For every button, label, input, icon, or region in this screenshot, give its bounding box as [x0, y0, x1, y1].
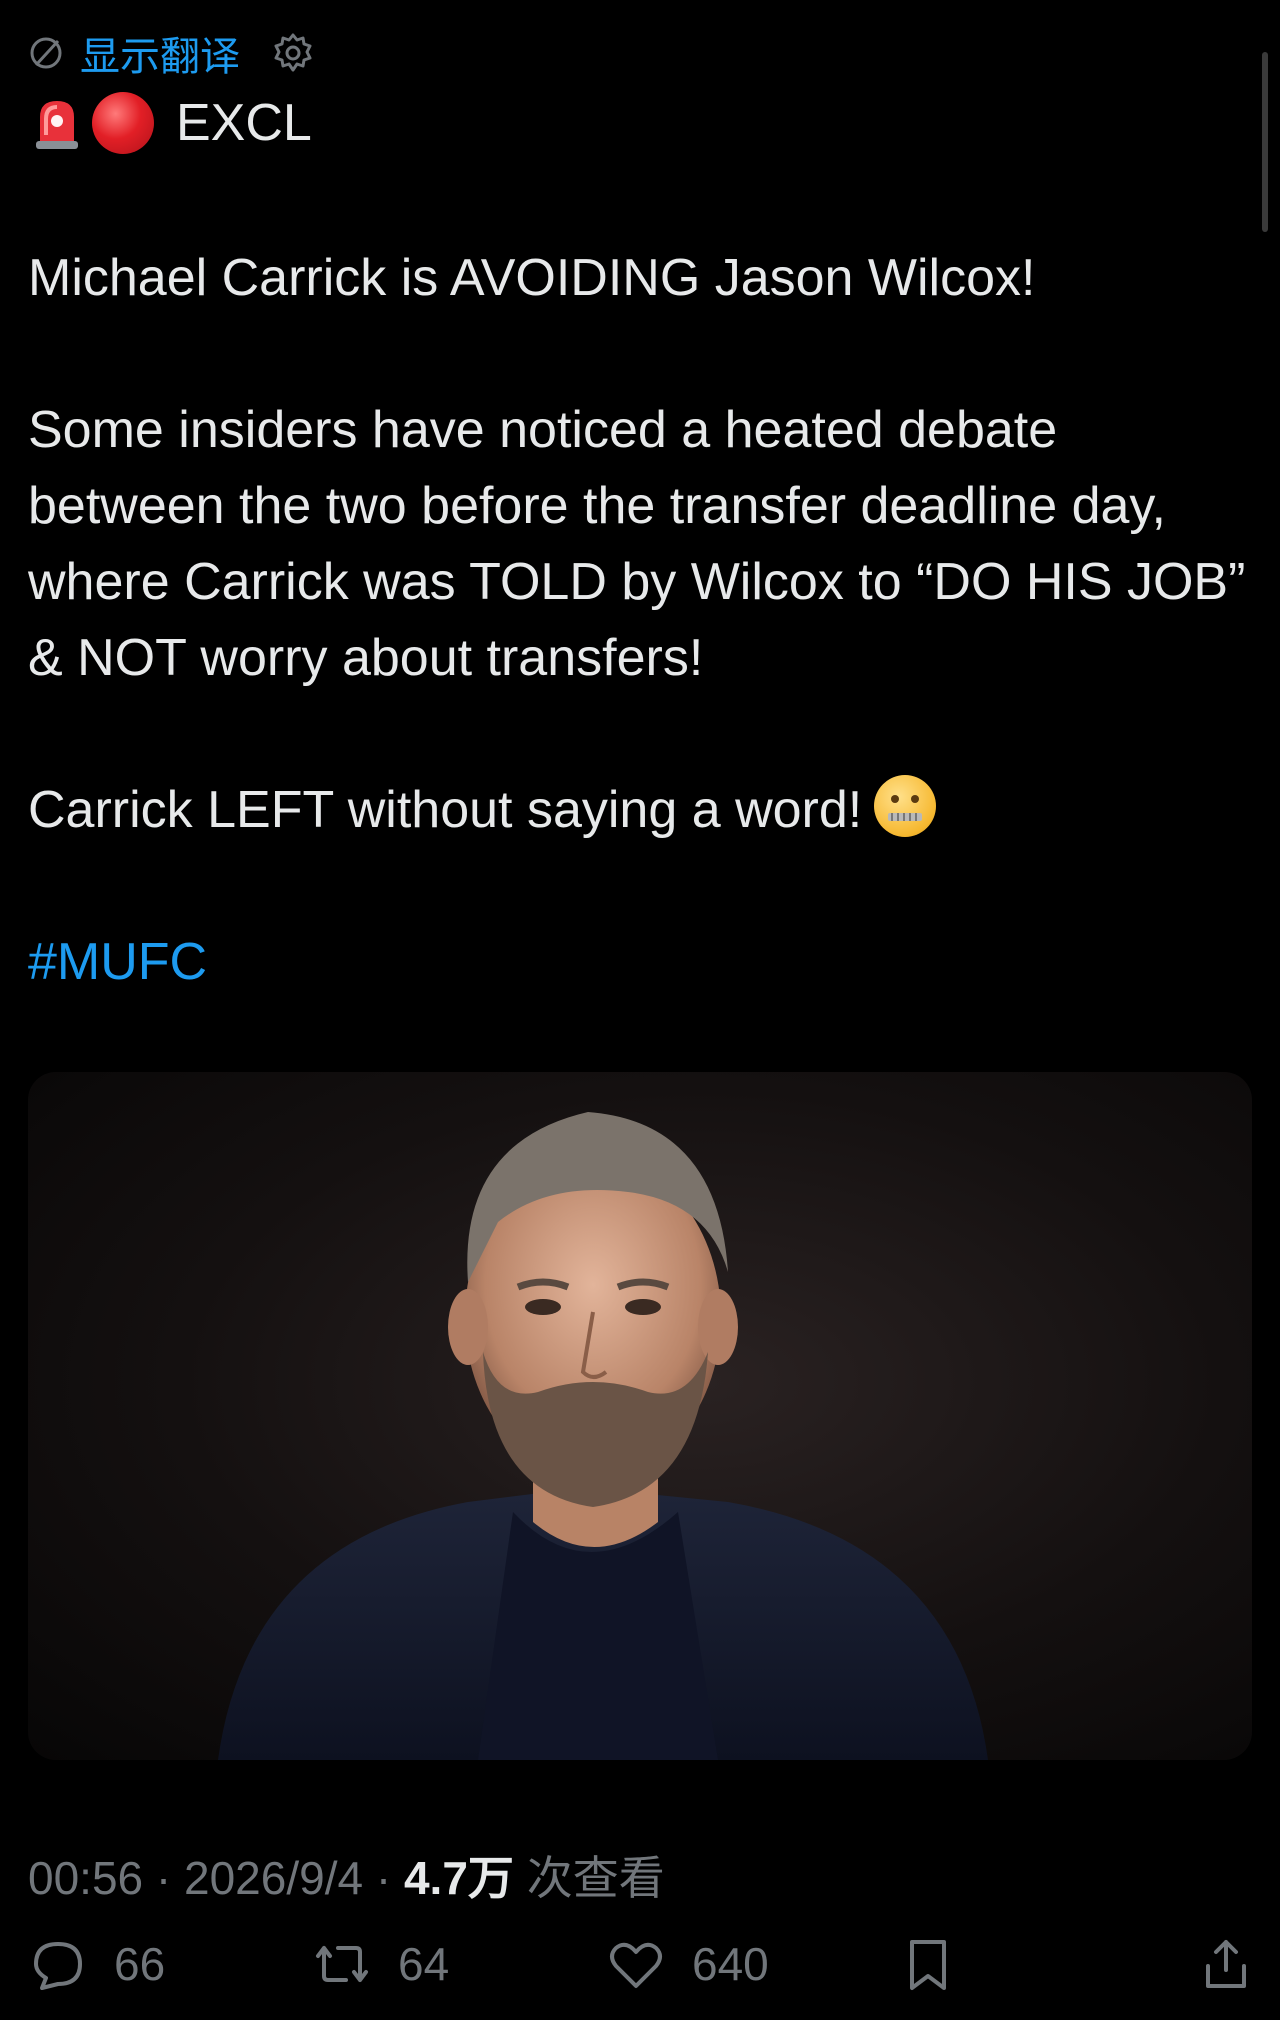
red-circle-icon — [92, 92, 154, 154]
scrollbar[interactable] — [1262, 52, 1268, 232]
police-light-icon — [36, 101, 78, 149]
bookmark-icon — [910, 1940, 946, 1990]
tweet-paragraph-2: Some insiders have noticed a heated deba… — [28, 401, 1246, 687]
bookmark-button[interactable] — [898, 1934, 958, 1994]
repost-count: 64 — [398, 1938, 450, 1990]
reply-icon — [34, 1942, 82, 1990]
repost-button[interactable]: 64 — [312, 1934, 449, 1994]
headline-text: EXCL — [176, 94, 312, 152]
hashtag-link[interactable]: #MUFC — [28, 924, 1258, 1000]
tweet-paragraph-1: Michael Carrick is AVOIDING Jason Wilcox… — [28, 249, 1036, 307]
man-portrait-photo — [218, 1112, 988, 1760]
translate-bar: 显示翻译 — [26, 24, 316, 82]
tweet-date[interactable]: 2026/9/4 — [184, 1852, 363, 1904]
tweet-headline: EXCL — [30, 92, 312, 154]
show-translation-link[interactable]: 显示翻译 — [80, 24, 240, 82]
reply-button[interactable]: 66 — [28, 1934, 165, 1994]
gear-icon[interactable] — [270, 30, 316, 76]
translate-globe-icon — [30, 37, 62, 69]
tweet-photo[interactable] — [28, 1072, 1252, 1760]
reply-count: 66 — [114, 1938, 166, 1990]
like-button[interactable]: 640 — [606, 1934, 769, 1994]
share-button[interactable] — [1196, 1934, 1256, 1994]
repost-icon — [316, 1946, 368, 1982]
like-count: 640 — [692, 1938, 769, 1990]
views-label: 次查看 — [526, 1852, 665, 1904]
view-count: 4.7万 — [403, 1852, 514, 1904]
zipper-mouth-face-icon — [874, 775, 937, 837]
tweet-body: Michael Carrick is AVOIDING Jason Wilcox… — [28, 240, 1258, 1000]
heart-icon — [610, 1942, 662, 1988]
meta-separator-2: · — [363, 1852, 404, 1904]
tweet-meta: 00:56 · 2026/9/4 · 4.7万 次查看 — [28, 1842, 665, 1908]
tweet-paragraph-3: Carrick LEFT without saying a word! — [28, 772, 1258, 848]
share-icon — [1206, 1940, 1246, 1988]
tweet-time[interactable]: 00:56 — [28, 1852, 143, 1904]
tweet-paragraph-3-text: Carrick LEFT without saying a word! — [28, 781, 863, 839]
meta-separator: · — [143, 1852, 185, 1904]
tweet-actions: 66 64 640 — [0, 1934, 1280, 2004]
